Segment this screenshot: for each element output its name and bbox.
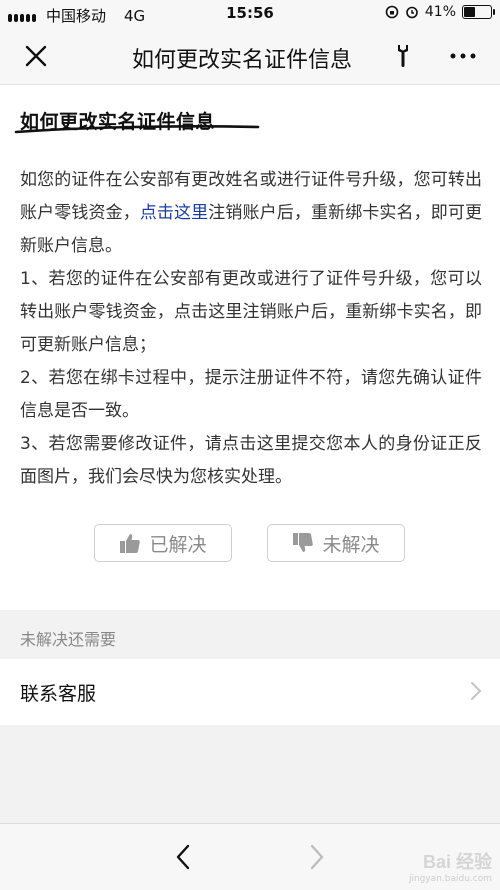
article-card: 如何更改实名证件信息 如您的证件在公安部有更改姓名或进行证件号升级，您可转出账户…: [0, 85, 500, 610]
wrench-button[interactable]: [389, 42, 417, 70]
wrench-icon: [398, 45, 408, 67]
chevron-left-icon: [176, 844, 190, 870]
thumbs-up-icon: [120, 534, 141, 553]
unsolved-button[interactable]: 未解决: [267, 524, 405, 562]
back-button[interactable]: [168, 840, 198, 874]
list-item: 1、若您的证件在公安部有更改或进行了证件号升级，您可以转出账户零钱资金，点击这里…: [20, 269, 482, 355]
watermark: Bai 经验 jingyan.baidu.com: [409, 848, 492, 884]
contact-service-label: 联系客服: [20, 683, 97, 705]
battery-percent: 41%: [424, 4, 456, 20]
watermark-url: jingyan.baidu.com: [408, 874, 492, 884]
thumbs-down-icon: [293, 533, 314, 552]
contact-service-row[interactable]: 联系客服: [0, 659, 500, 725]
more-icon: [450, 53, 476, 59]
page-title: 如何更改实名证件信息: [132, 48, 352, 72]
solved-label: 已解决: [149, 533, 207, 556]
unsolved-label: 未解决: [322, 533, 380, 556]
chevron-right-icon: [310, 844, 324, 870]
list-item: 2、若您在绑卡过程中，提示注册证件不符，请您先确认证件信息是否一致。: [20, 368, 482, 421]
battery-icon: [462, 5, 495, 19]
solved-button[interactable]: 已解决: [94, 524, 232, 562]
rotation-lock-icon: [385, 5, 399, 19]
close-button[interactable]: [18, 42, 54, 70]
intro-paragraph: 如您的证件在公安部有更改姓名或进行证件号升级，您可转出账户零钱资金，点击这里注销…: [20, 164, 482, 263]
article-body: 如您的证件在公安部有更改姓名或进行证件号升级，您可转出账户零钱资金，点击这里注销…: [20, 164, 482, 494]
bottom-nav-bar: Bai 经验 jingyan.baidu.com: [0, 823, 500, 890]
forward-button[interactable]: [302, 840, 332, 874]
list-item: 3、若您需要修改证件，请点击这里提交您本人的身份证正反面图片，我们会尽快为您核实…: [20, 434, 482, 487]
alarm-icon: [406, 6, 418, 19]
more-button[interactable]: [445, 42, 481, 70]
status-bar: 中国移动 4G 15:56 41%: [0, 0, 500, 28]
watermark-logo: Bai 经验: [422, 852, 492, 872]
close-icon: [25, 45, 47, 67]
click-here-link[interactable]: 点击这里: [140, 203, 208, 223]
section-label: 未解决还需要: [20, 630, 117, 649]
nav-bar: 如何更改实名证件信息: [0, 28, 500, 85]
chevron-right-icon: [471, 682, 482, 700]
title-underline: [14, 125, 260, 134]
status-right: 41%: [385, 4, 495, 20]
